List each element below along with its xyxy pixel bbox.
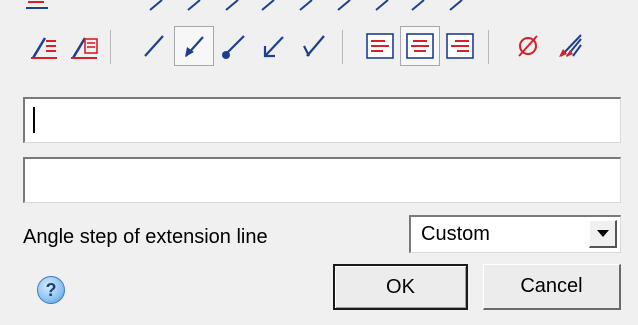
line-arrow-button[interactable] (174, 26, 214, 66)
line-arrow-icon (177, 29, 211, 63)
angle-step-select[interactable]: Custom (409, 215, 621, 253)
line-no-arrow-button[interactable] (134, 26, 174, 66)
align-left-button[interactable] (360, 26, 400, 66)
diameter-symbol-icon (511, 29, 545, 63)
text-caret (33, 107, 35, 133)
dimension-text-field-1[interactable] (23, 97, 621, 143)
align-right-button[interactable] (440, 26, 480, 66)
line-no-arrow-icon (137, 29, 171, 63)
cropped-top-toolbar (0, 0, 638, 14)
ok-button[interactable]: OK (333, 264, 468, 310)
leader-style-button[interactable] (550, 26, 590, 66)
cancel-button-label: Cancel (520, 275, 583, 297)
dimension-text-boxed-icon (67, 29, 101, 63)
diameter-button[interactable] (508, 26, 548, 66)
text-align-right-icon (443, 29, 477, 63)
dimension-text-above-icon (27, 29, 61, 63)
text-align-left-icon (363, 29, 397, 63)
toolbar-separator (342, 30, 343, 64)
line-dot-button[interactable] (214, 26, 254, 66)
align-center-button[interactable] (400, 26, 440, 66)
help-icon[interactable]: ? (37, 276, 65, 304)
angle-step-label: Angle step of extension line (23, 226, 268, 248)
angle-step-value: Custom (421, 223, 490, 245)
line-tick-button[interactable] (294, 26, 334, 66)
dimension-text-field-2[interactable] (23, 157, 621, 203)
line-open-arrow-button[interactable] (254, 26, 294, 66)
help-glyph: ? (45, 279, 57, 300)
ok-button-label: OK (386, 275, 415, 298)
line-tick-icon (297, 29, 331, 63)
dimension-style-toolbar (14, 18, 624, 74)
dim-text-boxed-button[interactable] (64, 26, 104, 66)
toolbar-separator (110, 30, 111, 64)
dim-text-above-button[interactable] (24, 26, 64, 66)
cancel-button[interactable]: Cancel (483, 264, 621, 310)
toolbar-separator (488, 30, 489, 64)
line-dot-icon (217, 29, 251, 63)
text-align-center-icon (403, 29, 437, 63)
line-open-arrow-icon (257, 29, 291, 63)
leader-style-icon (553, 29, 587, 63)
dropdown-arrow-icon[interactable] (589, 220, 617, 248)
